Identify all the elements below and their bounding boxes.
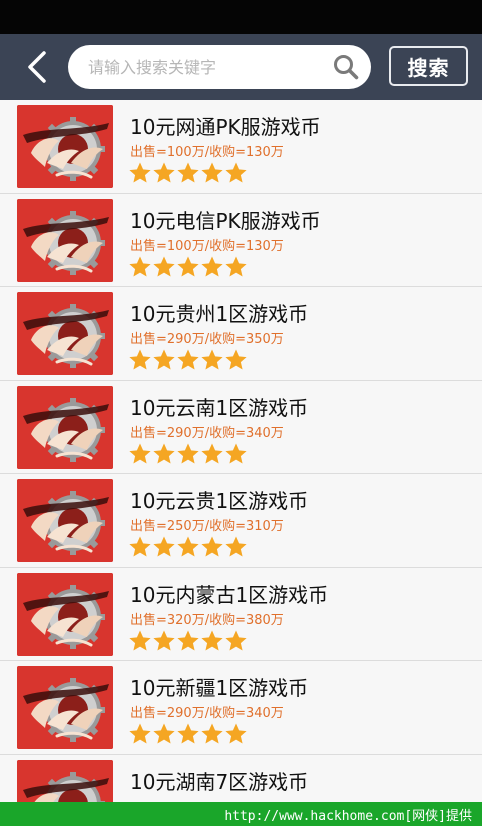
star-icon bbox=[177, 162, 199, 183]
star-icon bbox=[153, 536, 175, 557]
product-list: 10元网通PK服游戏币 出售=100万/收购=130万 10元电信PK服游戏币 … bbox=[0, 100, 482, 802]
game-logo-icon bbox=[17, 572, 113, 656]
star-icon bbox=[129, 349, 151, 370]
list-item[interactable]: 10元湖南7区游戏币 bbox=[0, 754, 482, 802]
star-icon bbox=[225, 256, 247, 276]
star-rating bbox=[128, 161, 248, 185]
star-icon bbox=[153, 349, 175, 370]
search-input[interactable] bbox=[88, 45, 328, 89]
star-icon bbox=[153, 162, 175, 183]
star-icon bbox=[201, 723, 223, 744]
game-logo-icon bbox=[17, 666, 113, 749]
item-prices: 出售=290万/收购=340万 bbox=[130, 706, 284, 721]
star-icon bbox=[201, 162, 223, 183]
star-icon bbox=[129, 536, 151, 557]
star-icon bbox=[153, 443, 175, 463]
star-icon bbox=[129, 723, 151, 744]
game-logo-icon bbox=[17, 292, 113, 375]
star-icon bbox=[225, 349, 247, 370]
star-icon bbox=[225, 723, 247, 744]
search-button[interactable]: 搜索 bbox=[389, 46, 468, 86]
star-icon bbox=[225, 443, 247, 463]
star-icon bbox=[201, 630, 223, 650]
list-item[interactable]: 10元贵州1区游戏币 出售=290万/收购=350万 bbox=[0, 287, 482, 381]
star-icon bbox=[201, 536, 223, 557]
star-icon bbox=[225, 162, 247, 183]
star-icon bbox=[177, 630, 199, 650]
game-logo-icon bbox=[17, 198, 113, 282]
list-item[interactable]: 10元云贵1区游戏币 出售=250万/收购=310万 bbox=[0, 474, 482, 568]
star-icon bbox=[129, 443, 151, 463]
star-icon bbox=[129, 630, 151, 650]
star-rating bbox=[128, 348, 248, 372]
game-logo-icon bbox=[17, 479, 113, 562]
star-icon bbox=[177, 256, 199, 276]
star-rating bbox=[128, 629, 248, 653]
star-rating bbox=[128, 255, 248, 279]
item-prices: 出售=290万/收购=340万 bbox=[130, 425, 284, 441]
item-prices: 出售=250万/收购=310万 bbox=[130, 519, 284, 534]
star-icon bbox=[129, 256, 151, 276]
star-icon bbox=[153, 723, 175, 744]
search-box[interactable] bbox=[68, 45, 371, 89]
star-icon bbox=[177, 536, 199, 557]
star-icon bbox=[225, 630, 247, 650]
search-icon[interactable] bbox=[333, 54, 359, 80]
list-item[interactable]: 10元电信PK服游戏币 出售=100万/收购=130万 bbox=[0, 193, 482, 287]
game-logo-icon bbox=[17, 759, 113, 802]
item-title: 10元网通PK服游戏币 bbox=[130, 115, 321, 139]
item-prices: 出售=100万/收购=130万 bbox=[130, 145, 284, 160]
item-title: 10元新疆1区游戏币 bbox=[130, 676, 309, 700]
item-title: 10元内蒙古1区游戏币 bbox=[130, 582, 329, 607]
status-bar bbox=[0, 0, 482, 34]
item-title: 10元电信PK服游戏币 bbox=[130, 208, 321, 233]
footer-text: http://www.hackhome.com[网侠]提供 bbox=[224, 808, 472, 824]
item-prices: 出售=100万/收购=130万 bbox=[130, 238, 284, 254]
star-icon bbox=[225, 536, 247, 557]
star-rating bbox=[128, 722, 248, 746]
back-button[interactable] bbox=[20, 48, 54, 86]
list-item[interactable]: 10元内蒙古1区游戏币 出售=320万/收购=380万 bbox=[0, 567, 482, 661]
star-icon bbox=[177, 443, 199, 463]
item-title: 10元湖南7区游戏币 bbox=[130, 769, 309, 794]
list-item[interactable]: 10元网通PK服游戏币 出售=100万/收购=130万 bbox=[0, 100, 482, 194]
item-prices: 出售=290万/收购=350万 bbox=[130, 332, 284, 347]
star-icon bbox=[153, 256, 175, 276]
item-prices: 出售=320万/收购=380万 bbox=[130, 612, 284, 628]
star-icon bbox=[177, 349, 199, 370]
game-logo-icon bbox=[17, 105, 113, 188]
item-title: 10元贵州1区游戏币 bbox=[130, 302, 309, 326]
chevron-left-icon bbox=[28, 51, 46, 83]
list-item[interactable]: 10元新疆1区游戏币 出售=290万/收购=340万 bbox=[0, 661, 482, 755]
star-icon bbox=[129, 162, 151, 183]
item-title: 10元云贵1区游戏币 bbox=[130, 489, 309, 513]
star-icon bbox=[201, 443, 223, 463]
header-bar: 搜索 bbox=[0, 34, 482, 100]
star-icon bbox=[201, 256, 223, 276]
star-rating bbox=[128, 442, 248, 466]
game-logo-icon bbox=[17, 385, 113, 469]
list-item[interactable]: 10元云南1区游戏币 出售=290万/收购=340万 bbox=[0, 380, 482, 474]
star-rating bbox=[128, 535, 248, 559]
item-title: 10元云南1区游戏币 bbox=[130, 395, 309, 420]
star-icon bbox=[177, 723, 199, 744]
star-icon bbox=[201, 349, 223, 370]
footer-bar: http://www.hackhome.com[网侠]提供 bbox=[0, 802, 482, 826]
star-icon bbox=[153, 630, 175, 650]
